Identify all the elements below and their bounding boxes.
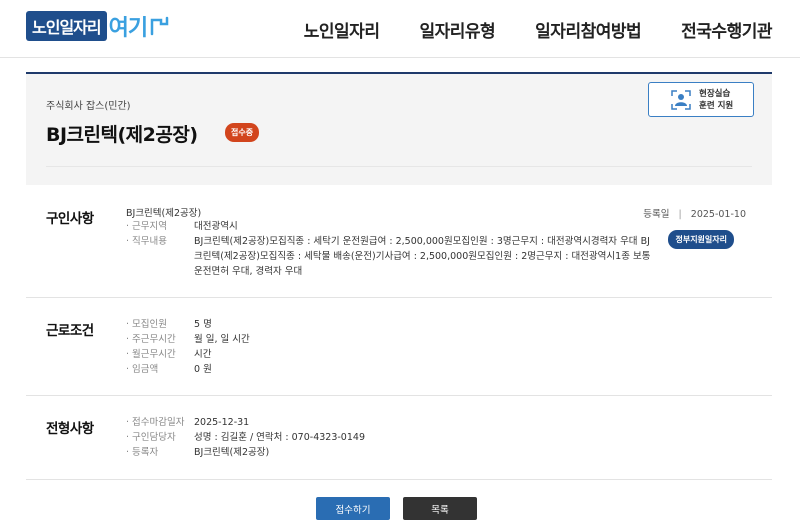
reg-date-label: 등록일 bbox=[643, 209, 670, 220]
section-title-selection: 전형사항 bbox=[46, 421, 94, 437]
info-row: · 구인담당자 성명 : 김길훈 / 연락처 : 070-4323-0149 bbox=[126, 430, 365, 445]
job-description: BJ크린텍(제2공장)모집직종 : 세탁기 운전원급여 : 2,500,000원… bbox=[194, 236, 651, 277]
info-row: · 임금액 0 원 bbox=[126, 362, 212, 377]
info-row: · 직무내용 BJ크린텍(제2공장)모집직종 : 세탁기 운전원급여 : 2,5… bbox=[126, 234, 654, 279]
gov-support-badge: 정부지원일자리 bbox=[668, 230, 734, 249]
field-training-label: 현장실습 훈련 지원 bbox=[699, 88, 747, 112]
info-value: 성명 : 김길훈 / 연락처 : 070-4323-0149 bbox=[194, 432, 365, 443]
section-title-recruit: 구인사항 bbox=[46, 211, 94, 227]
info-label: · 주근무시간 bbox=[126, 334, 176, 345]
list-button[interactable]: 목록 bbox=[403, 497, 477, 520]
info-value: 5 명 bbox=[194, 319, 212, 330]
nav-item-how-to-join[interactable]: 일자리참여방법 bbox=[535, 17, 641, 42]
logo-main-text: 노인일자리 bbox=[26, 11, 107, 41]
info-row: · 모집인원 5 명 bbox=[126, 317, 212, 332]
info-value: BJ크린텍(제2공장) bbox=[194, 447, 270, 458]
registration-date: 등록일 | 2025-01-10 bbox=[643, 206, 746, 220]
info-label: · 모집인원 bbox=[126, 319, 167, 330]
info-row: · 주근무시간 월 일, 일 시간 bbox=[126, 332, 250, 347]
site-logo[interactable]: 노인일자리 여기 bbox=[26, 11, 171, 41]
recruit-section: 구인사항 BJ크린텍(제2공장) · 근무지역 대전광역시 · 직무내용 BJ크… bbox=[26, 186, 772, 298]
info-label: · 직무내용 bbox=[126, 236, 167, 247]
nav-item-senior-jobs[interactable]: 노인일자리 bbox=[304, 17, 380, 42]
info-label: · 구인담당자 bbox=[126, 432, 176, 443]
person-scan-icon bbox=[671, 89, 691, 110]
page-title: BJ크린텍(제2공장) bbox=[46, 124, 198, 146]
nav-item-agencies[interactable]: 전국수행기관 bbox=[681, 17, 772, 42]
reg-date-separator: | bbox=[678, 209, 682, 220]
section-title-conditions: 근로조건 bbox=[46, 323, 94, 339]
info-label: · 근무지역 bbox=[126, 221, 167, 232]
selection-section: 전형사항 · 접수마감일자 2025-12-31 · 구인담당자 성명 : 김길… bbox=[26, 396, 772, 480]
company-type: 주식회사 잡스(민간) bbox=[46, 101, 131, 112]
info-value: 2025-12-31 bbox=[194, 417, 250, 428]
info-label: · 월근무시간 bbox=[126, 349, 176, 360]
status-badge: 접수중 bbox=[225, 123, 260, 142]
info-label: · 등록자 bbox=[126, 447, 159, 458]
recruit-company-line: BJ크린텍(제2공장) bbox=[126, 208, 202, 219]
main-nav: 노인일자리 일자리유형 일자리참여방법 전국수행기관 bbox=[304, 17, 773, 42]
info-label: · 접수마감일자 bbox=[126, 417, 185, 428]
reg-date-value: 2025-01-10 bbox=[690, 209, 746, 220]
training-line1: 현장실습 bbox=[699, 88, 731, 99]
training-line2: 훈련 지원 bbox=[699, 100, 734, 111]
info-row: · 접수마감일자 2025-12-31 bbox=[126, 415, 249, 430]
flag-icon bbox=[150, 16, 169, 36]
info-value: 대전광역시 bbox=[194, 221, 238, 232]
apply-button[interactable]: 접수하기 bbox=[316, 497, 390, 520]
site-header: 노인일자리 여기 노인일자리 일자리유형 일자리참여방법 전국수행기관 bbox=[0, 0, 800, 58]
company-card: 주식회사 잡스(민간) BJ크린텍(제2공장) 접수중 현장실습 훈련 지원 bbox=[26, 72, 772, 185]
info-value: 0 원 bbox=[194, 364, 212, 375]
info-row: · 근무지역 대전광역시 bbox=[126, 219, 238, 234]
conditions-section: 근로조건 · 모집인원 5 명 · 주근무시간 월 일, 일 시간 · 월근무시… bbox=[26, 298, 772, 396]
nav-item-job-types[interactable]: 일자리유형 bbox=[419, 17, 495, 42]
logo-accent-text: 여기 bbox=[108, 16, 148, 41]
info-row: · 월근무시간 시간 bbox=[126, 347, 211, 362]
info-label: · 임금액 bbox=[126, 364, 159, 375]
info-value: 월 일, 일 시간 bbox=[194, 334, 250, 345]
info-value: 시간 bbox=[194, 349, 212, 360]
info-row: · 등록자 BJ크린텍(제2공장) bbox=[126, 445, 269, 460]
field-training-button[interactable]: 현장실습 훈련 지원 bbox=[648, 82, 754, 117]
divider bbox=[46, 166, 752, 167]
